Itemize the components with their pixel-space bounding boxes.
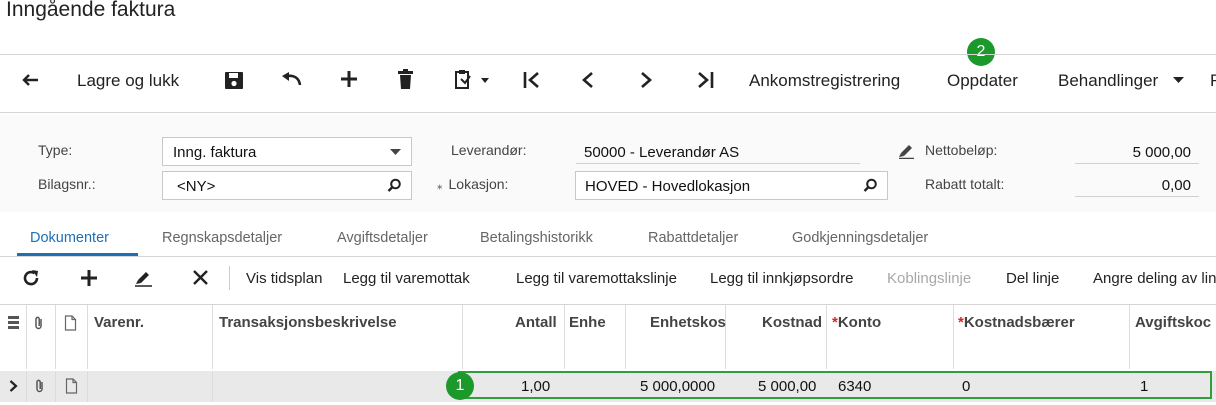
more-menu-button[interactable]: R (1210, 71, 1216, 91)
first-record-icon[interactable] (522, 71, 542, 89)
lokasjon-label: ⁎ Lokasjon: (437, 176, 509, 192)
save-close-button[interactable]: Lagre og lukk (77, 71, 179, 91)
back-arrow-icon[interactable] (20, 70, 40, 90)
tab-rabattdetaljer[interactable]: Rabattdetaljer (648, 230, 738, 246)
oppdater-button[interactable]: Oppdater (947, 71, 1018, 91)
col-konto[interactable]: *Konto (832, 314, 881, 331)
row-highlight (458, 371, 1212, 399)
bilag-label: Bilagsnr.: (38, 176, 96, 192)
row-expand-icon[interactable] (9, 380, 18, 392)
col-avgiftskode[interactable]: Avgiftskoc (1135, 314, 1211, 331)
step-badge-2: 2 (967, 38, 995, 66)
column-chooser-icon[interactable] (7, 315, 20, 331)
leverandor-label: Leverandør: (451, 142, 527, 158)
ankomstregistrering-button[interactable]: Ankomstregistrering (749, 71, 900, 91)
netto-value: 5 000,00 (1075, 140, 1199, 164)
col-transaksjonsbeskrivelse[interactable]: Transaksjonsbeskrivelse (219, 314, 397, 331)
type-select[interactable]: Inng. faktura (162, 137, 412, 166)
refresh-icon[interactable] (22, 269, 40, 287)
leverandor-value[interactable]: 50000 - Leverandør AS (576, 140, 860, 164)
search-icon[interactable] (387, 178, 402, 193)
toolbar-separator (229, 266, 230, 290)
last-record-icon[interactable] (695, 71, 715, 89)
step-badge-1: 1 (446, 372, 474, 400)
tab-avgiftsdetaljer[interactable]: Avgiftsdetaljer (337, 230, 428, 246)
col-varenr[interactable]: Varenr. (94, 314, 144, 331)
tab-betalingshistorikk[interactable]: Betalingshistorikk (480, 230, 593, 246)
close-icon[interactable] (192, 269, 209, 286)
tab-regnskapsdetaljer[interactable]: Regnskapsdetaljer (162, 230, 282, 246)
note-icon (64, 315, 77, 331)
previous-record-icon[interactable] (580, 71, 596, 89)
type-value: Inng. faktura (173, 144, 257, 161)
search-icon[interactable] (863, 178, 878, 193)
divider (0, 256, 1216, 257)
col-enhet[interactable]: Enhe (569, 314, 606, 331)
lokasjon-input[interactable]: HOVED - Hovedlokasjon (575, 171, 888, 200)
type-label: Type: (38, 142, 73, 158)
behandlinger-menu[interactable]: Behandlinger (1058, 71, 1158, 91)
col-kostnadsbaerer-label: Kostnadsbærer (963, 314, 1075, 331)
col-konto-label: Konto (837, 314, 882, 331)
bilag-input[interactable]: <NY> (162, 171, 412, 200)
legg-til-varemottakslinje-button[interactable]: Legg til varemottakslinje (516, 270, 677, 287)
note-icon[interactable] (65, 378, 78, 394)
delete-icon[interactable] (397, 69, 414, 89)
pencil-icon[interactable] (898, 142, 915, 159)
rabatt-value: 0,00 (1075, 173, 1199, 197)
angre-deling-button[interactable]: Angre deling av lin (1093, 270, 1216, 287)
divider (0, 112, 1216, 113)
tab-godkjenningsdetaljer[interactable]: Godkjenningsdetaljer (792, 230, 928, 246)
undo-icon[interactable] (281, 72, 303, 88)
page-title: Inngående faktura (6, 0, 176, 21)
bilag-value: <NY> (177, 178, 216, 195)
chevron-down-icon[interactable] (1173, 77, 1184, 84)
divider (0, 54, 1216, 55)
edit-icon[interactable] (134, 269, 153, 287)
add-row-icon[interactable] (80, 269, 98, 287)
rabatt-label: Rabatt totalt: (925, 176, 1005, 192)
netto-label: Nettobeløp: (925, 142, 998, 158)
del-linje-button[interactable]: Del linje (1006, 270, 1059, 287)
save-icon[interactable] (224, 71, 244, 90)
lokasjon-label-text: Lokasjon: (448, 176, 509, 192)
col-antall[interactable]: Antall (515, 314, 557, 331)
tab-dokumenter[interactable]: Dokumenter (30, 230, 109, 246)
clipboard-dropdown-icon[interactable] (454, 69, 494, 91)
col-kostnadsbaerer[interactable]: *Kostnadsbærer (958, 314, 1075, 331)
next-record-icon[interactable] (638, 71, 654, 89)
koblingslinje-button[interactable]: Koblingslinje (887, 270, 971, 287)
vis-tidsplan-button[interactable]: Vis tidsplan (246, 270, 322, 287)
add-icon[interactable] (340, 70, 358, 88)
legg-til-varemottak-button[interactable]: Legg til varemottak (343, 270, 470, 287)
attachment-icon[interactable] (34, 378, 46, 394)
legg-til-innkjopsordre-button[interactable]: Legg til innkjøpsordre (710, 270, 853, 287)
col-enhetskost[interactable]: Enhetskos (650, 314, 726, 331)
chevron-down-icon (390, 149, 401, 155)
lokasjon-value: HOVED - Hovedlokasjon (585, 178, 751, 195)
col-kostnad[interactable]: Kostnad (762, 314, 822, 331)
attachment-icon (35, 316, 42, 330)
